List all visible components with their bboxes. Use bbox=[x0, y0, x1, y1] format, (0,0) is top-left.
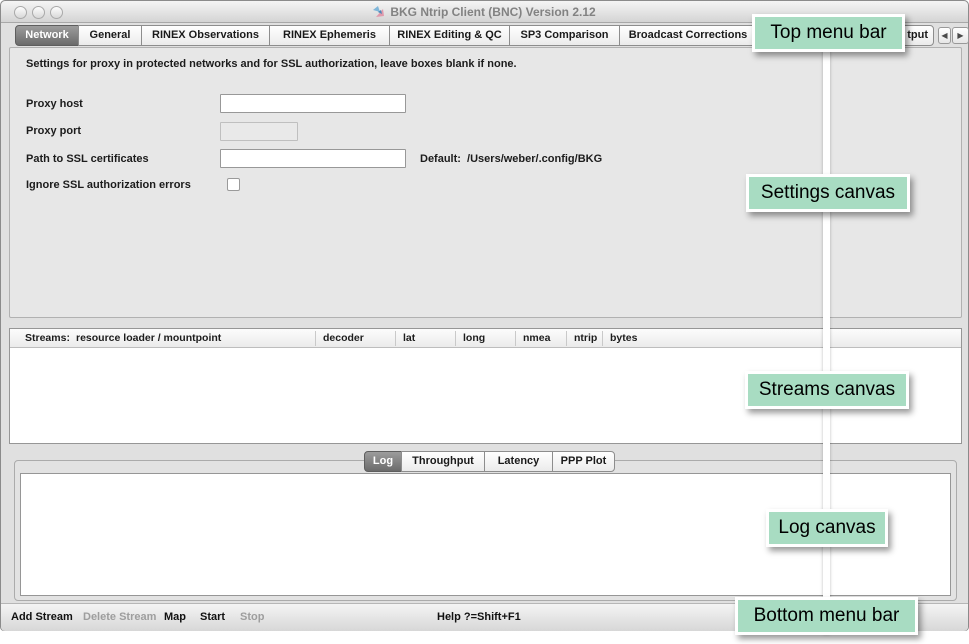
add-stream-button[interactable]: Add Stream bbox=[11, 611, 73, 623]
tab-log[interactable]: Log bbox=[364, 451, 402, 472]
tab-rinex-ephemeris[interactable]: RINEX Ephemeris bbox=[269, 25, 390, 46]
tab-throughput[interactable]: Throughput bbox=[401, 451, 485, 472]
annotation-top-menu-bar: Top menu bar bbox=[752, 14, 905, 52]
column-divider[interactable] bbox=[395, 331, 396, 346]
tab-rinex-editing-qc[interactable]: RINEX Editing & QC bbox=[389, 25, 510, 46]
help-shortcut-text: Help ?=Shift+F1 bbox=[437, 611, 521, 623]
annotation-streams-canvas: Streams canvas bbox=[745, 371, 909, 409]
tab-broadcast-corrections[interactable]: Broadcast Corrections bbox=[619, 25, 757, 46]
window-title: BKG Ntrip Client (BNC) Version 2.12 bbox=[390, 5, 595, 19]
tab-latency[interactable]: Latency bbox=[484, 451, 553, 472]
col-bytes[interactable]: bytes bbox=[610, 332, 637, 344]
tab-rinex-observations[interactable]: RINEX Observations bbox=[141, 25, 270, 46]
start-button[interactable]: Start bbox=[200, 611, 225, 623]
tab-general[interactable]: General bbox=[78, 25, 142, 46]
map-button[interactable]: Map bbox=[164, 611, 186, 623]
col-lat[interactable]: lat bbox=[403, 332, 415, 344]
tab-scroll-right-icon[interactable]: ▶ bbox=[952, 27, 969, 44]
ssl-default-note: Default: /Users/weber/.config/BKG bbox=[420, 153, 602, 165]
tab-sp3-comparison[interactable]: SP3 Comparison bbox=[509, 25, 620, 46]
delete-stream-button[interactable]: Delete Stream bbox=[83, 611, 156, 623]
col-ntrip[interactable]: ntrip bbox=[574, 332, 597, 344]
column-divider[interactable] bbox=[515, 331, 516, 346]
annotation-settings-canvas: Settings canvas bbox=[746, 174, 910, 212]
col-nmea[interactable]: nmea bbox=[523, 332, 550, 344]
column-divider[interactable] bbox=[602, 331, 603, 346]
ignore-ssl-checkbox[interactable] bbox=[227, 178, 240, 191]
tab-ppp-plot[interactable]: PPP Plot bbox=[552, 451, 615, 472]
proxy-host-label: Proxy host bbox=[26, 98, 83, 110]
settings-description: Settings for proxy in protected networks… bbox=[26, 58, 517, 70]
col-decoder[interactable]: decoder bbox=[323, 332, 364, 344]
annotation-bottom-menu-bar: Bottom menu bar bbox=[735, 597, 918, 635]
ssl-path-label: Path to SSL certificates bbox=[26, 153, 149, 165]
column-divider[interactable] bbox=[455, 331, 456, 346]
column-divider[interactable] bbox=[315, 331, 316, 346]
col-resource-mountpoint[interactable]: resource loader / mountpoint bbox=[76, 332, 221, 344]
proxy-port-label: Proxy port bbox=[26, 125, 81, 137]
streams-label: Streams: bbox=[25, 332, 70, 344]
column-divider[interactable] bbox=[566, 331, 567, 346]
bnc-app-icon bbox=[373, 6, 385, 18]
proxy-host-input[interactable] bbox=[220, 94, 406, 113]
tab-scroll-left-icon[interactable]: ◀ bbox=[938, 27, 951, 44]
tab-network[interactable]: Network bbox=[15, 25, 79, 46]
annotation-log-canvas: Log canvas bbox=[766, 509, 888, 547]
ignore-ssl-label: Ignore SSL authorization errors bbox=[26, 179, 191, 191]
streams-table-header: Streams: resource loader / mountpoint de… bbox=[10, 329, 961, 348]
col-long[interactable]: long bbox=[463, 332, 485, 344]
proxy-port-input[interactable] bbox=[220, 122, 298, 141]
screenshot-stage: BKG Ntrip Client (BNC) Version 2.12 Netw… bbox=[0, 0, 969, 644]
ssl-path-input[interactable] bbox=[220, 149, 406, 168]
stop-button[interactable]: Stop bbox=[240, 611, 264, 623]
